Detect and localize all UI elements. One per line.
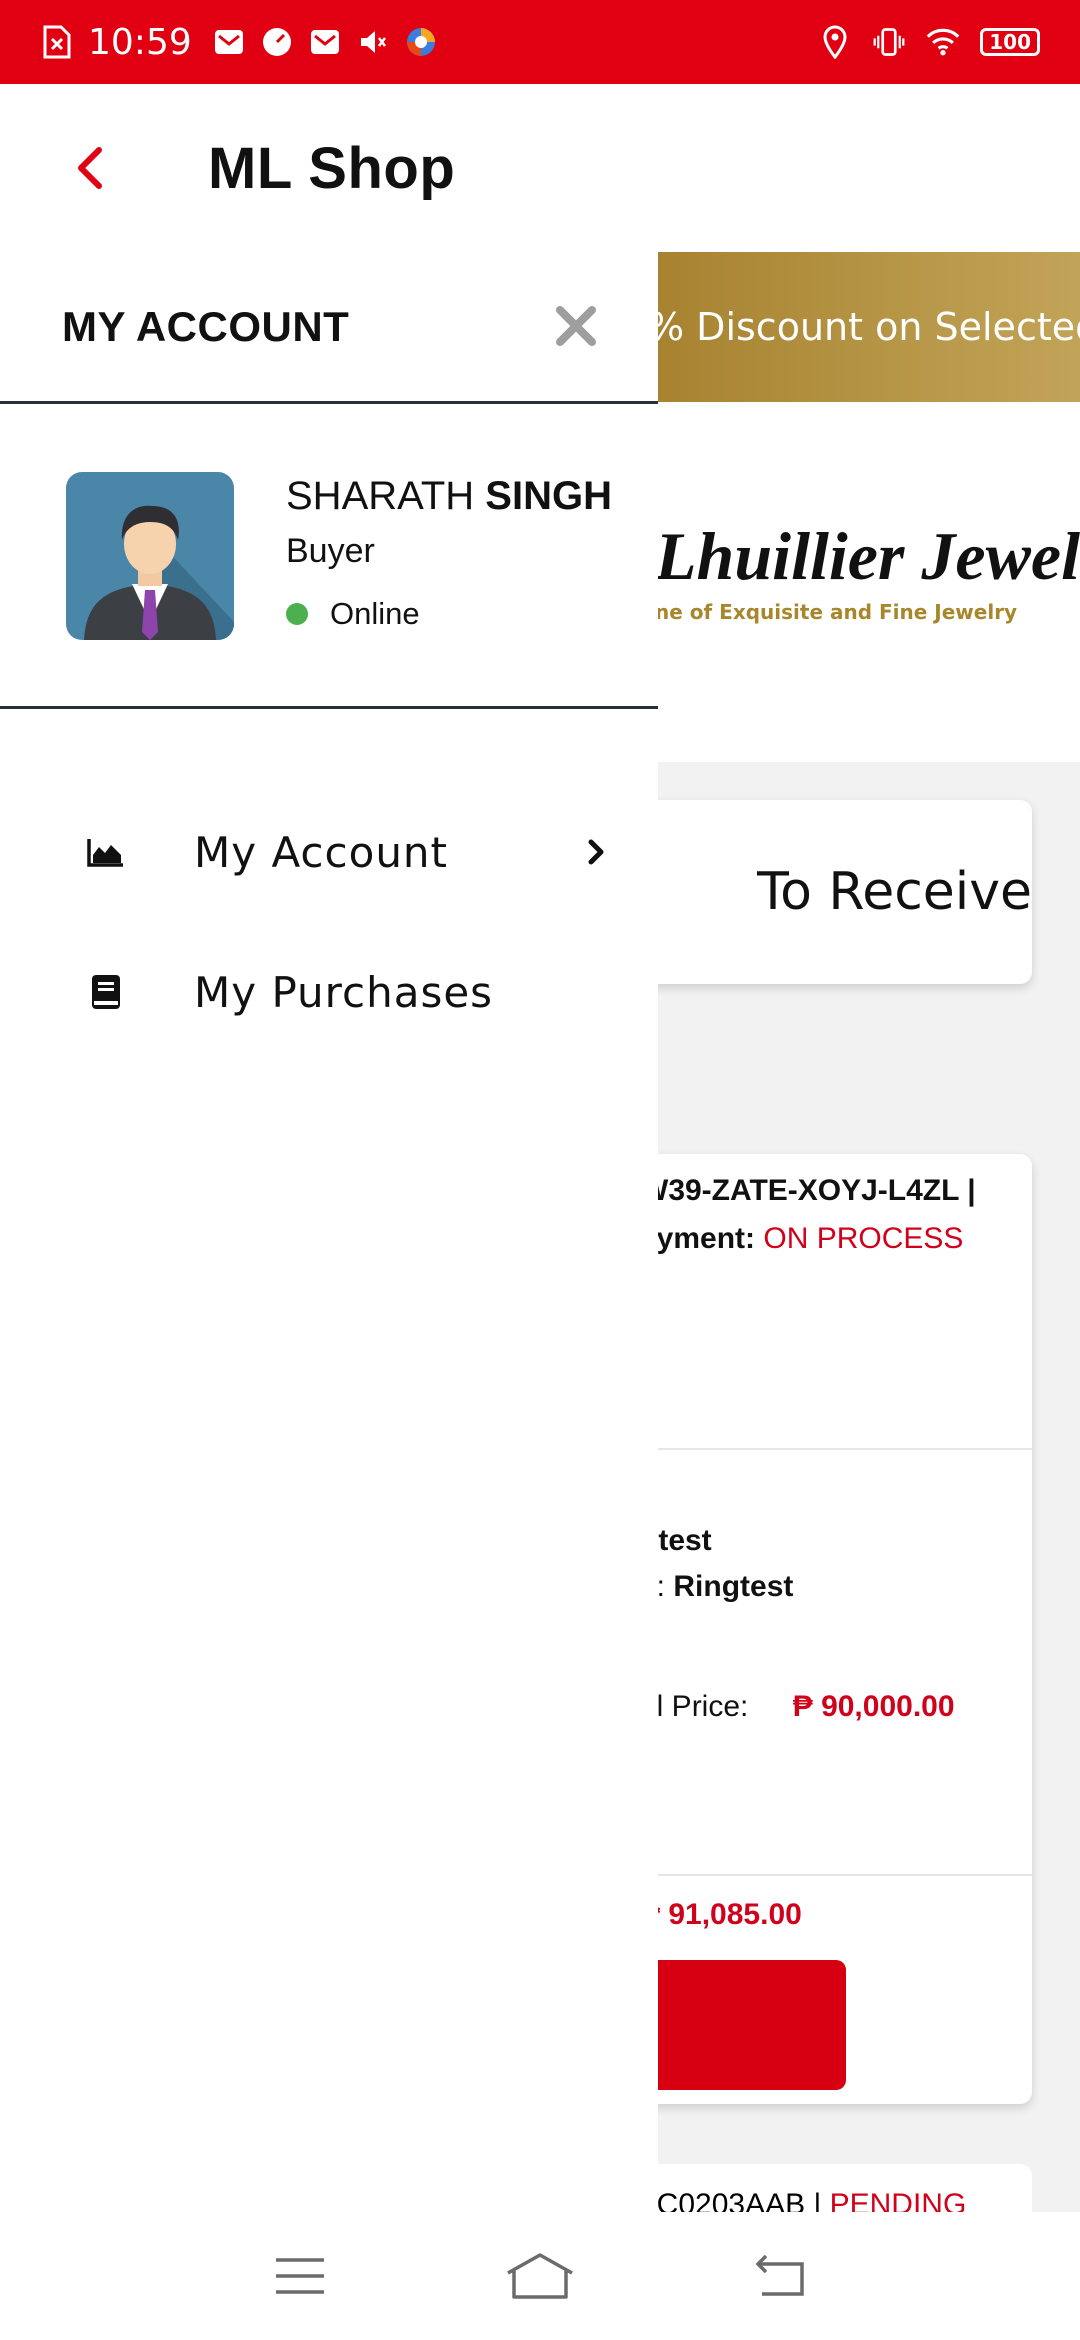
chevron-left-icon xyxy=(78,147,102,189)
user-profile: SHARATH SINGH Buyer Online xyxy=(0,404,658,709)
item-desc-row: n: Ringtest xyxy=(640,1570,793,1604)
payment-status: ON PROCESS xyxy=(763,1222,964,1255)
browser-icon xyxy=(404,25,438,59)
promo-banner-text: % Discount on Selected xyxy=(648,305,1080,349)
chevron-right-icon xyxy=(576,832,616,872)
account-drawer: MY ACCOUNT SHARATH SINGH Buyer Online My… xyxy=(0,252,658,2212)
menu-icon xyxy=(276,2258,324,2294)
user-last-name: SINGH xyxy=(485,474,612,518)
wifi-icon xyxy=(926,25,960,59)
menu-item-label: My Account xyxy=(194,827,449,877)
status-time: 10:59 xyxy=(88,21,192,63)
user-status: Online xyxy=(286,596,420,632)
menu-item-my-account[interactable]: My Account xyxy=(0,792,658,912)
mute-icon xyxy=(356,25,390,59)
back-arrow-icon xyxy=(755,2254,804,2296)
menu-item-label: My Purchases xyxy=(194,967,494,1017)
location-icon xyxy=(818,25,852,59)
app-header: ML Shop xyxy=(0,84,1080,252)
status-bar: 10:59 100 xyxy=(0,0,1080,84)
payment-row: ayment: ON PROCESS xyxy=(640,1222,963,1256)
order-total: ₱ 91,085.00 xyxy=(640,1898,802,1931)
page-title: ML Shop xyxy=(208,135,456,201)
menu-item-my-purchases[interactable]: My Purchases xyxy=(0,932,658,1052)
speedometer-icon xyxy=(260,25,294,59)
menu-nav-button[interactable] xyxy=(260,2244,340,2308)
user-status-text: Online xyxy=(330,596,420,631)
back-nav-button[interactable] xyxy=(740,2244,820,2308)
price-value: ₱ 90,000.00 xyxy=(792,1690,955,1723)
order-id: W39-ZATE-XOYJ-L4ZL | xyxy=(640,1174,976,1207)
promo-banner[interactable]: % Discount on Selected xyxy=(640,252,1080,402)
order-action-button[interactable] xyxy=(640,1960,846,2090)
drawer-title: MY ACCOUNT xyxy=(62,302,350,350)
brand-tagline: ne of Exquisite and Fine Jewelry xyxy=(655,600,1018,624)
battery-indicator: 100 xyxy=(980,28,1040,56)
divider xyxy=(640,1874,1032,1876)
user-name: SHARATH SINGH xyxy=(286,474,612,519)
tab-to-receive[interactable]: To Receive xyxy=(640,800,1032,984)
screen: 10:59 100 ML Shop % Discount on Selected… xyxy=(0,0,1080,2340)
drawer-header: MY ACCOUNT xyxy=(0,252,658,404)
close-button[interactable] xyxy=(546,296,606,356)
system-nav-bar xyxy=(0,2212,1080,2340)
close-icon xyxy=(556,306,596,346)
mail-icon-2 xyxy=(308,25,342,59)
divider xyxy=(640,1448,1032,1450)
vibrate-icon xyxy=(872,25,906,59)
price-row: al Price: ₱ 90,000.00 xyxy=(640,1690,955,1724)
avatar xyxy=(66,472,234,640)
home-nav-button[interactable] xyxy=(500,2244,580,2308)
online-dot-icon xyxy=(286,603,308,625)
book-icon xyxy=(84,970,128,1014)
order-card[interactable]: W39-ZATE-XOYJ-L4ZL | ayment: ON PROCESS … xyxy=(640,1154,1032,2104)
back-button[interactable] xyxy=(40,118,140,218)
home-icon xyxy=(507,2253,573,2299)
brand-name: Lhuillier Jewelle xyxy=(655,518,1080,594)
brand-logo: Lhuillier Jewelle ne of Exquisite and Fi… xyxy=(640,402,1080,762)
tab-to-receive-label: To Receive xyxy=(757,862,1032,922)
area-chart-icon xyxy=(84,830,128,874)
user-first-name: SHARATH xyxy=(286,474,475,518)
mail-icon xyxy=(212,25,246,59)
sim-error-icon xyxy=(40,25,74,59)
item-desc-value: Ringtest xyxy=(673,1570,794,1603)
user-role: Buyer xyxy=(286,532,375,570)
